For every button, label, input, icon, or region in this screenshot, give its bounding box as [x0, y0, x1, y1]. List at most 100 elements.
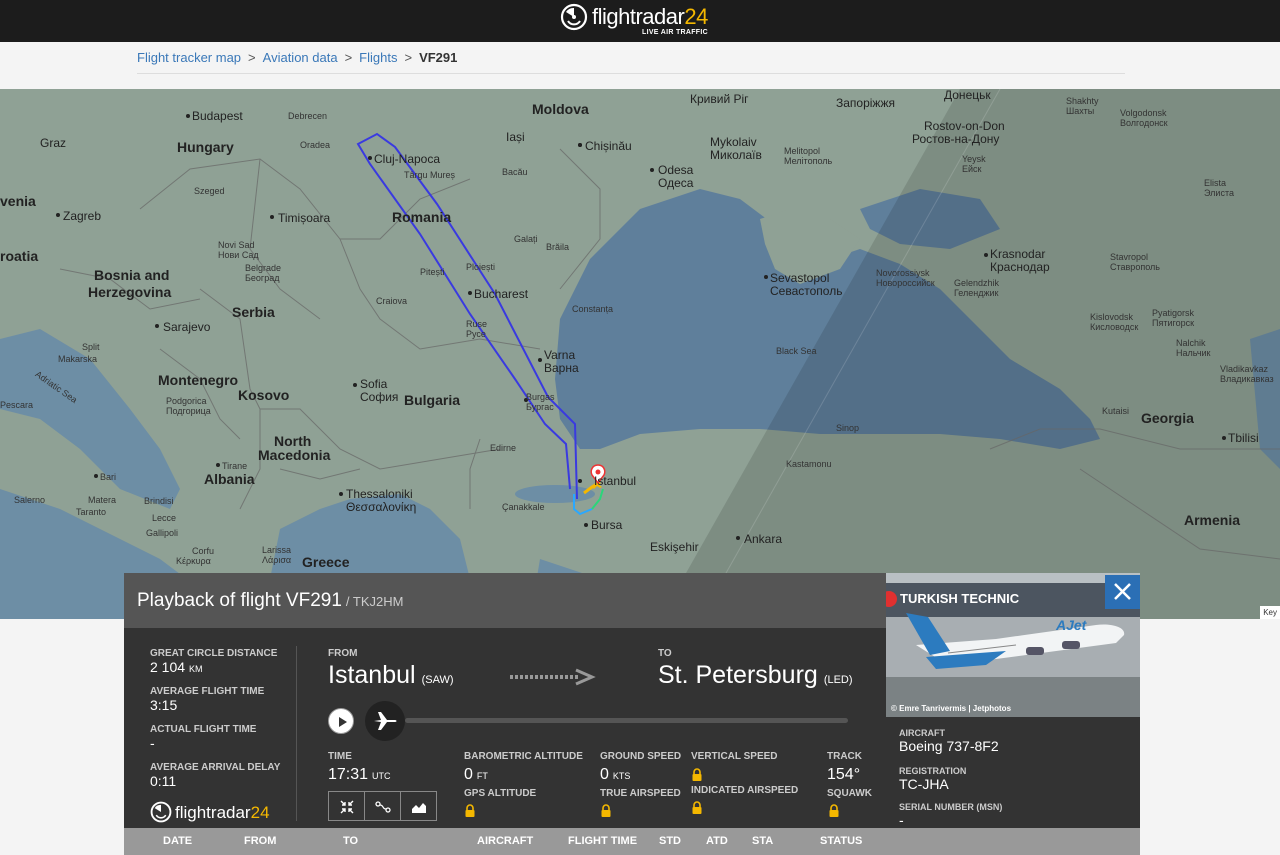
label-podgorica-cyr: Подгорица: [166, 406, 211, 416]
country-serbia: Serbia: [232, 304, 275, 320]
country-albania: Albania: [204, 471, 255, 487]
label-shakhty-cyr: Шахты: [1066, 106, 1095, 116]
label-constanta: Constanța: [572, 304, 614, 314]
label-black-sea: Black Sea: [776, 346, 817, 356]
gc-distance-label: GREAT CIRCLE DISTANCE: [150, 648, 278, 659]
time-value: 17:31: [328, 766, 369, 783]
breadcrumb-aviation-data[interactable]: Aviation data: [263, 50, 338, 65]
lock-icon: [601, 804, 611, 817]
aircraft-photo[interactable]: TURKISH TECHNIC AJet © Emre Tanrivermis …: [886, 573, 1140, 717]
col-date[interactable]: DATE: [163, 835, 192, 847]
registration-label: REGISTRATION: [899, 766, 967, 776]
label-kutaisi: Kutaisi: [1102, 406, 1130, 416]
close-icon: [1114, 583, 1131, 600]
aircraft-panel: TURKISH TECHNIC AJet © Emre Tanrivermis …: [886, 573, 1140, 855]
city-iasi: Iași: [506, 130, 525, 144]
flight-history-table-header: DATE FROM TO AIRCRAFT FLIGHT TIME STD AT…: [124, 828, 1140, 855]
country-montenegro: Montenegro: [158, 372, 239, 388]
playback-scrubber-handle[interactable]: [365, 701, 405, 741]
col-aircraft[interactable]: AIRCRAFT: [477, 835, 533, 847]
col-status[interactable]: STATUS: [820, 835, 862, 847]
brand-tagline: LIVE AIR TRAFFIC: [642, 29, 708, 36]
label-belgrade-cyr: Београд: [245, 273, 280, 283]
city-rostov-cyr: Ростов-на-Дону: [912, 132, 1000, 146]
country-georgia: Georgia: [1141, 410, 1194, 426]
country-bulgaria: Bulgaria: [404, 392, 461, 408]
label-makarska: Makarska: [58, 354, 98, 364]
to-city: St. Petersburg: [658, 661, 818, 689]
brand-number: 24: [684, 4, 708, 29]
brand-text: flightradar: [592, 4, 685, 29]
city-budapest: Budapest: [192, 109, 243, 123]
avg-flight-time-value: 3:15: [150, 697, 178, 713]
route-button[interactable]: [365, 792, 401, 820]
label-galati: Galați: [514, 234, 538, 244]
label-craiova: Craiova: [376, 296, 408, 306]
col-atd[interactable]: ATD: [706, 835, 728, 847]
footer-brand-number: 24: [250, 803, 270, 822]
col-to[interactable]: TO: [343, 835, 358, 847]
col-std[interactable]: STD: [659, 835, 681, 847]
city-cluj-napoca: Cluj-Napoca: [374, 152, 441, 166]
graph-button[interactable]: [401, 792, 436, 820]
breadcrumb-separator: >: [248, 50, 256, 65]
city-krasnodar-cyr: Краснодар: [990, 260, 1050, 274]
indicated-airspeed-label: INDICATED AIRSPEED: [691, 785, 799, 796]
city-burgas-cyr: Бургас: [526, 402, 554, 412]
city-bari: Bari: [100, 472, 117, 482]
label-larissa-gr: Λάρισα: [262, 555, 292, 565]
aircraft-value: Boeing 737-8F2: [899, 738, 999, 754]
breadcrumb-flights[interactable]: Flights: [359, 50, 397, 65]
country-north-macedonia-2: Macedonia: [258, 447, 331, 463]
country-kosovo: Kosovo: [238, 387, 290, 403]
col-sta[interactable]: STA: [752, 835, 773, 847]
flightradar24-footer-logo: flightradar24: [150, 801, 270, 828]
play-button[interactable]: [328, 708, 354, 734]
callsign: / TKJ2HM: [345, 594, 404, 609]
breadcrumb-current: VF291: [419, 50, 458, 65]
label-kastamonu: Kastamonu: [786, 459, 832, 469]
gc-distance-unit: KM: [189, 664, 203, 674]
fit-view-button[interactable]: [329, 792, 365, 820]
label-novi-sad-cyr: Нови Сад: [218, 250, 259, 260]
label-elista-cyr: Элиста: [1204, 188, 1234, 198]
route-icon: [375, 801, 391, 813]
plane-icon: [374, 712, 397, 730]
breadcrumb-flight-tracker-map[interactable]: Flight tracker map: [137, 50, 241, 65]
vertical-speed-label: VERTICAL SPEED: [691, 751, 778, 762]
avg-arrival-delay-label: AVERAGE ARRIVAL DELAY: [150, 762, 281, 773]
label-stavropol-cyr: Ставрополь: [1110, 262, 1160, 272]
country-romania: Romania: [392, 209, 452, 225]
label-split: Split: [82, 342, 100, 352]
col-from[interactable]: FROM: [244, 835, 276, 847]
label-edirne: Edirne: [490, 443, 517, 453]
label-ruse-cyr: Русе: [466, 329, 486, 339]
city-sarajevo: Sarajevo: [163, 320, 211, 334]
label-braila: Brăila: [546, 242, 570, 252]
label-canakkale: Çanakkale: [502, 502, 545, 512]
from-label: FROM: [328, 648, 358, 659]
breadcrumb-divider: [137, 73, 1125, 74]
city-chisinau: Chișinău: [585, 139, 632, 153]
label-gallipoli: Gallipoli: [146, 528, 179, 538]
city-thessaloniki-gr: Θεσσαλονίκη: [346, 500, 417, 514]
city-mykolaiv-cyr: Миколаїв: [710, 148, 762, 162]
flightradar24-logo[interactable]: flightradar24 LIVE AIR TRAFFIC: [560, 3, 720, 39]
photo-credit[interactable]: © Emre Tanrivermis | Jetphotos: [891, 704, 1011, 713]
top-bar: flightradar24 LIVE AIR TRAFFIC: [0, 0, 1280, 42]
lock-icon: [465, 804, 475, 817]
radar-logo-icon: [560, 3, 588, 31]
lock-icon: [692, 801, 702, 814]
label-salerno: Salerno: [14, 495, 46, 505]
close-button[interactable]: [1105, 575, 1140, 609]
col-flight-time[interactable]: FLIGHT TIME: [568, 835, 637, 847]
label-ploiesti: Ploiești: [466, 262, 496, 272]
true-airspeed-label: TRUE AIRSPEED: [600, 788, 681, 799]
map-key-button[interactable]: Key: [1260, 606, 1280, 619]
gc-distance-value: 2 104: [150, 659, 186, 675]
city-zaporizhzhia: Запоріжжя: [836, 96, 895, 110]
label-brindisi: Brindisi: [144, 496, 174, 506]
actual-flight-time-label: ACTUAL FLIGHT TIME: [150, 724, 257, 735]
playback-track-bar[interactable]: [405, 718, 848, 723]
flight-map[interactable]: Hungary Romania Bosnia and Herzegovina S…: [0, 89, 1280, 619]
